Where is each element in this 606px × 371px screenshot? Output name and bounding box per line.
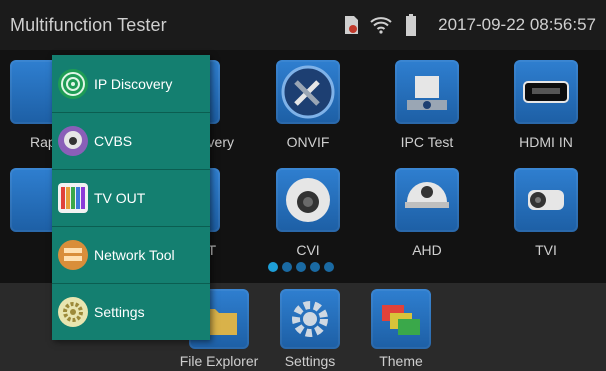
menu-item-label: Settings <box>94 304 145 320</box>
page-dot[interactable] <box>310 262 320 272</box>
tile-label: CVI <box>296 242 320 258</box>
settings-gear-icon <box>280 289 340 349</box>
menu-item-tv-out[interactable]: TV OUT <box>52 169 210 226</box>
menu-item-label: IP Discovery <box>94 75 173 92</box>
cvi-camera-icon <box>276 168 340 232</box>
grid-tile-cvi[interactable]: CVI <box>248 168 368 258</box>
tile-label: TVI <box>535 242 557 258</box>
menu-item-label: TV OUT <box>94 190 146 206</box>
grid-tile-ahd[interactable]: AHD <box>367 168 487 258</box>
quick-menu: IP Discovery CVBS TV OUT Network Tool Se… <box>52 55 210 340</box>
menu-item-cvbs[interactable]: CVBS <box>52 112 210 169</box>
tile-label: ONVIF <box>286 134 330 150</box>
menu-item-label: Network Tool <box>94 247 175 263</box>
status-bar: Multifunction Tester 2017-09-22 08:56:57 <box>0 0 606 50</box>
onvif-tools-icon <box>276 60 340 124</box>
menu-item-label: CVBS <box>94 133 133 149</box>
tile-label: IPC Test <box>400 134 454 150</box>
page-indicator <box>268 262 334 272</box>
dock-item-theme[interactable]: Theme <box>341 289 461 369</box>
wifi-icon <box>370 14 392 36</box>
grid-tile-tvi[interactable]: TVI <box>486 168 606 258</box>
datetime: 2017-09-22 08:56:57 <box>438 15 596 34</box>
status-icons: 2017-09-22 08:56:57 <box>340 14 596 36</box>
cvbs-camera-icon <box>58 126 88 156</box>
ipc-camera-icon <box>395 60 459 124</box>
page-dot[interactable] <box>324 262 334 272</box>
battery-icon <box>400 14 422 36</box>
sd-card-icon <box>340 14 362 36</box>
settings-icon <box>58 297 88 327</box>
theme-icon <box>371 289 431 349</box>
page-dot[interactable] <box>296 262 306 272</box>
grid-tile-hdmi-in[interactable]: HDMI IN <box>486 60 606 150</box>
tile-label: AHD <box>412 242 442 258</box>
tile-label: HDMI IN <box>519 134 573 150</box>
hdmi-icon <box>514 60 578 124</box>
menu-item-network-tool[interactable]: Network Tool <box>52 226 210 283</box>
menu-item-ip-discovery[interactable]: IP Discovery <box>52 55 210 112</box>
menu-item-settings[interactable]: Settings <box>52 283 210 340</box>
tvi-camera-icon <box>514 168 578 232</box>
dock-label: Theme <box>379 353 423 369</box>
screen: Multifunction Tester 2017-09-22 08:56:57… <box>0 0 606 371</box>
ip-discovery-icon <box>58 68 88 99</box>
app-title: Multifunction Tester <box>10 14 167 35</box>
page-dot[interactable] <box>282 262 292 272</box>
ahd-camera-icon <box>395 168 459 232</box>
tv-out-icon <box>58 183 88 213</box>
grid-tile-onvif[interactable]: ONVIF <box>248 60 368 150</box>
network-tool-icon <box>58 240 88 270</box>
grid-tile-ipc-test[interactable]: IPC Test <box>367 60 487 150</box>
page-dot[interactable] <box>268 262 278 272</box>
